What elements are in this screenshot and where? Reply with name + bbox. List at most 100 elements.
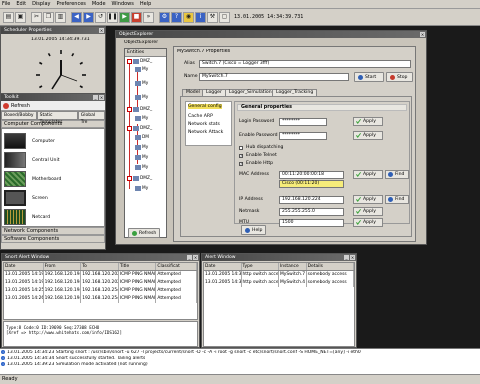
config-menu-cache-arp[interactable]: Cache ARP: [188, 114, 213, 119]
column-classification[interactable]: Classificat: [156, 263, 197, 270]
category-computer-components[interactable]: Computer Components: [1, 120, 105, 128]
help-icon[interactable]: ?: [171, 11, 182, 23]
config-menu-network-attack[interactable]: Network Attack: [188, 130, 223, 135]
sim-left-icon[interactable]: ◀: [71, 11, 82, 23]
tree-node[interactable]: My: [135, 81, 148, 86]
table-row[interactable]: 13.01.2005 14:26:10 192.168.120.194 192.…: [4, 295, 197, 303]
tree-node[interactable]: My: [135, 116, 148, 121]
category-software-components[interactable]: Software Components: [1, 235, 105, 243]
tools-icon[interactable]: ⚒: [207, 11, 218, 23]
stop-button[interactable]: Stop: [386, 72, 413, 82]
menu-display[interactable]: Display: [32, 1, 50, 7]
tab-global-tree[interactable]: Global Tre: [77, 111, 105, 125]
window-icon[interactable]: ▢: [219, 11, 230, 23]
tree-node[interactable]: DMZ_: [127, 59, 152, 64]
menu-windows[interactable]: Windows: [112, 1, 134, 7]
minimize-icon[interactable]: _: [187, 255, 192, 260]
expand-icon[interactable]: [127, 176, 132, 181]
toolkit-refresh-button[interactable]: Refresh: [1, 101, 105, 111]
paste-icon[interactable]: ▥: [55, 11, 66, 23]
column-date[interactable]: Date: [4, 263, 44, 270]
enable-password-apply-button[interactable]: Apply: [353, 131, 383, 140]
tree-node[interactable]: My: [135, 95, 148, 100]
close-icon[interactable]: ×: [193, 255, 198, 260]
enable-http-checkbox[interactable]: [239, 161, 243, 166]
column-instance[interactable]: Instance: [279, 263, 307, 270]
mtu-field[interactable]: 1500: [279, 219, 344, 227]
column-from[interactable]: From: [44, 263, 82, 270]
component-netcard[interactable]: Netcard: [4, 209, 50, 225]
expand-icon[interactable]: [127, 126, 132, 131]
table-row[interactable]: 13.01.2005 14:33:34 http switch access M…: [204, 279, 354, 287]
column-title[interactable]: Title: [119, 263, 157, 270]
ffwd-icon[interactable]: »: [143, 11, 154, 23]
hub-dispatching-checkbox[interactable]: [239, 146, 243, 150]
info-icon[interactable]: i: [195, 11, 206, 23]
stop-icon[interactable]: ■: [131, 11, 142, 23]
mac-find-button[interactable]: Find: [385, 170, 409, 179]
enable-telnet-checkbox[interactable]: [239, 153, 243, 158]
column-date[interactable]: Date: [204, 263, 242, 270]
component-central-unit[interactable]: Central Unit: [4, 152, 60, 168]
copy-icon[interactable]: ❐: [43, 11, 54, 23]
ip-apply-button[interactable]: Apply: [353, 195, 383, 204]
expand-icon[interactable]: [127, 59, 132, 64]
tree-node[interactable]: My: [135, 145, 148, 150]
netmask-apply-button[interactable]: Apply: [353, 207, 383, 216]
start-button[interactable]: Start: [354, 72, 384, 82]
settings-icon[interactable]: ⚙: [159, 11, 170, 23]
tree-node[interactable]: DMZ_: [127, 126, 152, 131]
menu-file[interactable]: File: [2, 1, 10, 7]
tree-node[interactable]: DMZ_: [127, 176, 152, 181]
login-password-field[interactable]: ********: [279, 118, 327, 126]
ip-find-button[interactable]: Find: [385, 195, 409, 204]
component-motherboard[interactable]: Motherboard: [4, 171, 61, 187]
sim-right-icon[interactable]: ▶: [83, 11, 94, 23]
enable-password-field[interactable]: ********: [279, 132, 327, 140]
menu-preferences[interactable]: Preferences: [57, 1, 86, 7]
expand-icon[interactable]: [127, 107, 132, 112]
mac-vendor-select[interactable]: Cisco (00:11:20): [279, 180, 344, 188]
save-icon[interactable]: ▣: [15, 11, 26, 23]
tree-node[interactable]: My: [135, 186, 148, 191]
table-row[interactable]: 13.01.2005 14:19:10 192.168.120.194 192.…: [4, 271, 197, 279]
network-icon[interactable]: ◉: [183, 11, 194, 23]
ip-address-field[interactable]: 192.168.120.224: [279, 196, 344, 204]
config-menu-general[interactable]: General config: [188, 104, 222, 109]
tree-node[interactable]: My: [135, 67, 148, 72]
table-row[interactable]: 13.01.2005 14:25:10 192.168.120.194 192.…: [4, 287, 197, 295]
menu-help[interactable]: Help: [140, 1, 151, 7]
tree-node[interactable]: DM: [135, 135, 149, 140]
tab-boxed-bobby[interactable]: Boxed/Bobby: [1, 111, 37, 120]
reset-icon[interactable]: ↺: [95, 11, 106, 23]
cut-icon[interactable]: ✂: [31, 11, 42, 23]
minimize-icon[interactable]: _: [93, 95, 98, 100]
column-details[interactable]: Details: [307, 263, 354, 270]
close-icon[interactable]: ×: [350, 255, 355, 260]
table-row[interactable]: 13.01.2005 14:33:23 http switch access M…: [204, 271, 354, 279]
mac-apply-button[interactable]: Apply: [353, 170, 383, 179]
component-screen[interactable]: Screen: [4, 190, 48, 206]
close-icon[interactable]: ×: [99, 28, 104, 33]
menu-edit[interactable]: Edit: [16, 1, 26, 7]
tree-node[interactable]: DMZ_: [127, 107, 152, 112]
open-icon[interactable]: ▤: [3, 11, 14, 23]
login-password-apply-button[interactable]: Apply: [353, 117, 383, 126]
table-row[interactable]: 13.01.2005 14:19:10 192.168.120.194 192.…: [4, 279, 197, 287]
config-menu-network-stats[interactable]: Network stats: [188, 122, 220, 127]
column-type[interactable]: Type: [242, 263, 279, 270]
component-computer[interactable]: Computer: [4, 133, 55, 149]
tab-static-templates[interactable]: Static Templates: [36, 111, 78, 125]
tree-node[interactable]: My: [135, 155, 148, 160]
mac-address-field[interactable]: 00:11:20:00:00:18: [279, 171, 344, 179]
alias-field[interactable]: Switch.7 (Cisco = Logger 3fff): [199, 60, 411, 68]
play-icon[interactable]: ▶: [119, 11, 130, 23]
column-to[interactable]: To: [81, 263, 119, 270]
category-network-components[interactable]: Network Components: [1, 227, 105, 235]
explorer-refresh-button[interactable]: Refresh: [128, 228, 161, 238]
netmask-field[interactable]: 255.255.255.0: [279, 208, 344, 216]
help-button[interactable]: Help: [241, 225, 267, 235]
minimize-icon[interactable]: _: [344, 255, 349, 260]
tree-node[interactable]: My: [135, 165, 148, 170]
mtu-apply-button[interactable]: Apply: [353, 218, 383, 227]
